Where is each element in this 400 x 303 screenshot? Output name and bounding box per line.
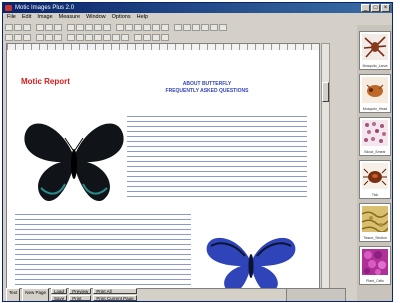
faq-paragraph-1 — [127, 116, 307, 200]
bring-front-icon[interactable] — [134, 34, 142, 41]
menu-bar: File Edit Image Measure Window Options H… — [3, 13, 392, 22]
italic-icon[interactable] — [14, 34, 22, 41]
toolbar-main — [5, 23, 350, 32]
print-all-button[interactable]: Print All — [93, 288, 137, 294]
align-right-icon[interactable] — [54, 34, 62, 41]
group-icon[interactable] — [152, 34, 160, 41]
thumbnail-label: Tick — [371, 193, 379, 197]
new-page-button[interactable]: New Page — [22, 288, 50, 301]
menu-file[interactable]: File — [7, 13, 16, 22]
font-color-icon[interactable] — [67, 34, 75, 41]
thumbnail-item[interactable]: Blood_Smear — [359, 117, 391, 156]
camera-icon[interactable] — [125, 24, 133, 31]
tick-icon — [362, 163, 388, 189]
ruler-icon[interactable] — [143, 24, 151, 31]
rectangle-icon[interactable] — [94, 34, 102, 41]
bold-icon[interactable] — [5, 34, 13, 41]
image-icon[interactable] — [112, 34, 120, 41]
filter-icon[interactable] — [201, 24, 209, 31]
thumbnail-label: Mosquito_Head — [362, 107, 388, 111]
butterfly-image-blue[interactable] — [201, 232, 301, 289]
paste-icon[interactable] — [54, 24, 62, 31]
text-icon[interactable] — [152, 24, 160, 31]
thumbnail-item[interactable]: Tissue_Section — [359, 203, 391, 242]
vertical-scrollbar[interactable] — [321, 43, 330, 289]
ellipse-icon[interactable] — [103, 34, 111, 41]
thumbnail-item[interactable]: Mosquito_Larva — [359, 31, 391, 70]
menu-measure[interactable]: Measure — [59, 13, 80, 22]
faq-heading-line2: FREQUENTLY ASKED QUESTIONS — [165, 88, 249, 94]
copy-icon[interactable] — [45, 24, 53, 31]
undo-icon[interactable] — [76, 24, 84, 31]
align-left-icon[interactable] — [36, 34, 44, 41]
menu-window[interactable]: Window — [86, 13, 106, 22]
underline-icon[interactable] — [23, 34, 31, 41]
save-icon[interactable] — [23, 24, 31, 31]
fill-icon[interactable] — [76, 34, 84, 41]
zoom-in-icon[interactable] — [94, 24, 102, 31]
zoom-slider[interactable] — [286, 288, 346, 301]
ruler — [7, 44, 319, 50]
thumbnail-item[interactable]: Mosquito_Head — [359, 74, 391, 113]
align-center-icon[interactable] — [45, 34, 53, 41]
app-icon — [5, 5, 12, 11]
mosquito-larva-icon — [362, 34, 388, 60]
app-window: Motic Images Plus 2.0 _ □ × File Edit Im… — [2, 2, 393, 302]
maximize-button[interactable]: □ — [371, 4, 380, 12]
thumbnail-item[interactable]: Tick — [359, 160, 391, 199]
print-button[interactable]: Print — [69, 295, 92, 301]
thumbnail-item[interactable]: Plant_Cells — [359, 246, 391, 285]
menu-options[interactable]: Options — [112, 13, 131, 22]
grid-icon[interactable] — [210, 24, 218, 31]
faq-heading-line1: ABOUT BUTTERFLY — [182, 81, 232, 87]
table-icon[interactable] — [121, 34, 129, 41]
preview-button[interactable]: Preview — [69, 288, 92, 294]
cut-icon[interactable] — [36, 24, 44, 31]
menu-image[interactable]: Image — [37, 13, 52, 22]
line-icon[interactable] — [85, 34, 93, 41]
thumbnail-label: Plant_Cells — [366, 279, 384, 283]
thumbnail-label: Mosquito_Larva — [362, 64, 388, 68]
contrast-icon[interactable] — [192, 24, 200, 31]
arrow-icon[interactable] — [161, 24, 169, 31]
load-button[interactable]: Load — [51, 288, 68, 294]
zoom-out-icon[interactable] — [103, 24, 111, 31]
image-thumbnail-panel: Mosquito_Larva Mosquito_Head Blood_Smear… — [357, 25, 392, 301]
butterfly-image-black[interactable] — [19, 104, 129, 214]
redo-icon[interactable] — [85, 24, 93, 31]
faq-heading: ABOUT BUTTERFLY FREQUENTLY ASKED QUESTIO… — [162, 81, 252, 95]
text-button[interactable]: Text — [6, 288, 21, 301]
print-icon[interactable] — [67, 24, 75, 31]
tissue-section-icon — [362, 206, 388, 232]
thumbnail-label: Blood_Smear — [364, 150, 386, 154]
report-title: Motic Report — [21, 77, 70, 86]
open-icon[interactable] — [14, 24, 22, 31]
close-button[interactable]: × — [381, 4, 390, 12]
brightness-icon[interactable] — [183, 24, 191, 31]
blood-smear-icon — [362, 120, 388, 146]
measure-icon[interactable] — [134, 24, 142, 31]
thumbnail-label: Tissue_Section — [363, 236, 387, 240]
new-icon[interactable] — [5, 24, 13, 31]
faq-paragraph-2 — [15, 214, 191, 286]
scroll-thumb[interactable] — [322, 82, 329, 102]
toolbar-format — [5, 33, 350, 42]
report-toolbar: Text New Page Load Save Preview Print Pr… — [6, 288, 346, 301]
save-button[interactable]: Save — [51, 295, 68, 301]
window-title: Motic Images Plus 2.0 — [15, 5, 75, 11]
send-back-icon[interactable] — [143, 34, 151, 41]
mosquito-head-icon — [362, 77, 388, 103]
report-page[interactable]: Motic Report ABOUT BUTTERFLY FREQUENTLY … — [6, 43, 320, 289]
help-icon[interactable] — [219, 24, 227, 31]
capture-icon[interactable] — [116, 24, 124, 31]
menu-edit[interactable]: Edit — [22, 13, 31, 22]
color-icon[interactable] — [174, 24, 182, 31]
ungroup-icon[interactable] — [161, 34, 169, 41]
print-current-page-button[interactable]: Print Current Page — [93, 295, 137, 301]
title-bar: Motic Images Plus 2.0 _ □ × — [3, 3, 392, 13]
minimize-button[interactable]: _ — [361, 4, 370, 12]
menu-help[interactable]: Help — [137, 13, 148, 22]
plant-cells-icon — [362, 249, 388, 275]
